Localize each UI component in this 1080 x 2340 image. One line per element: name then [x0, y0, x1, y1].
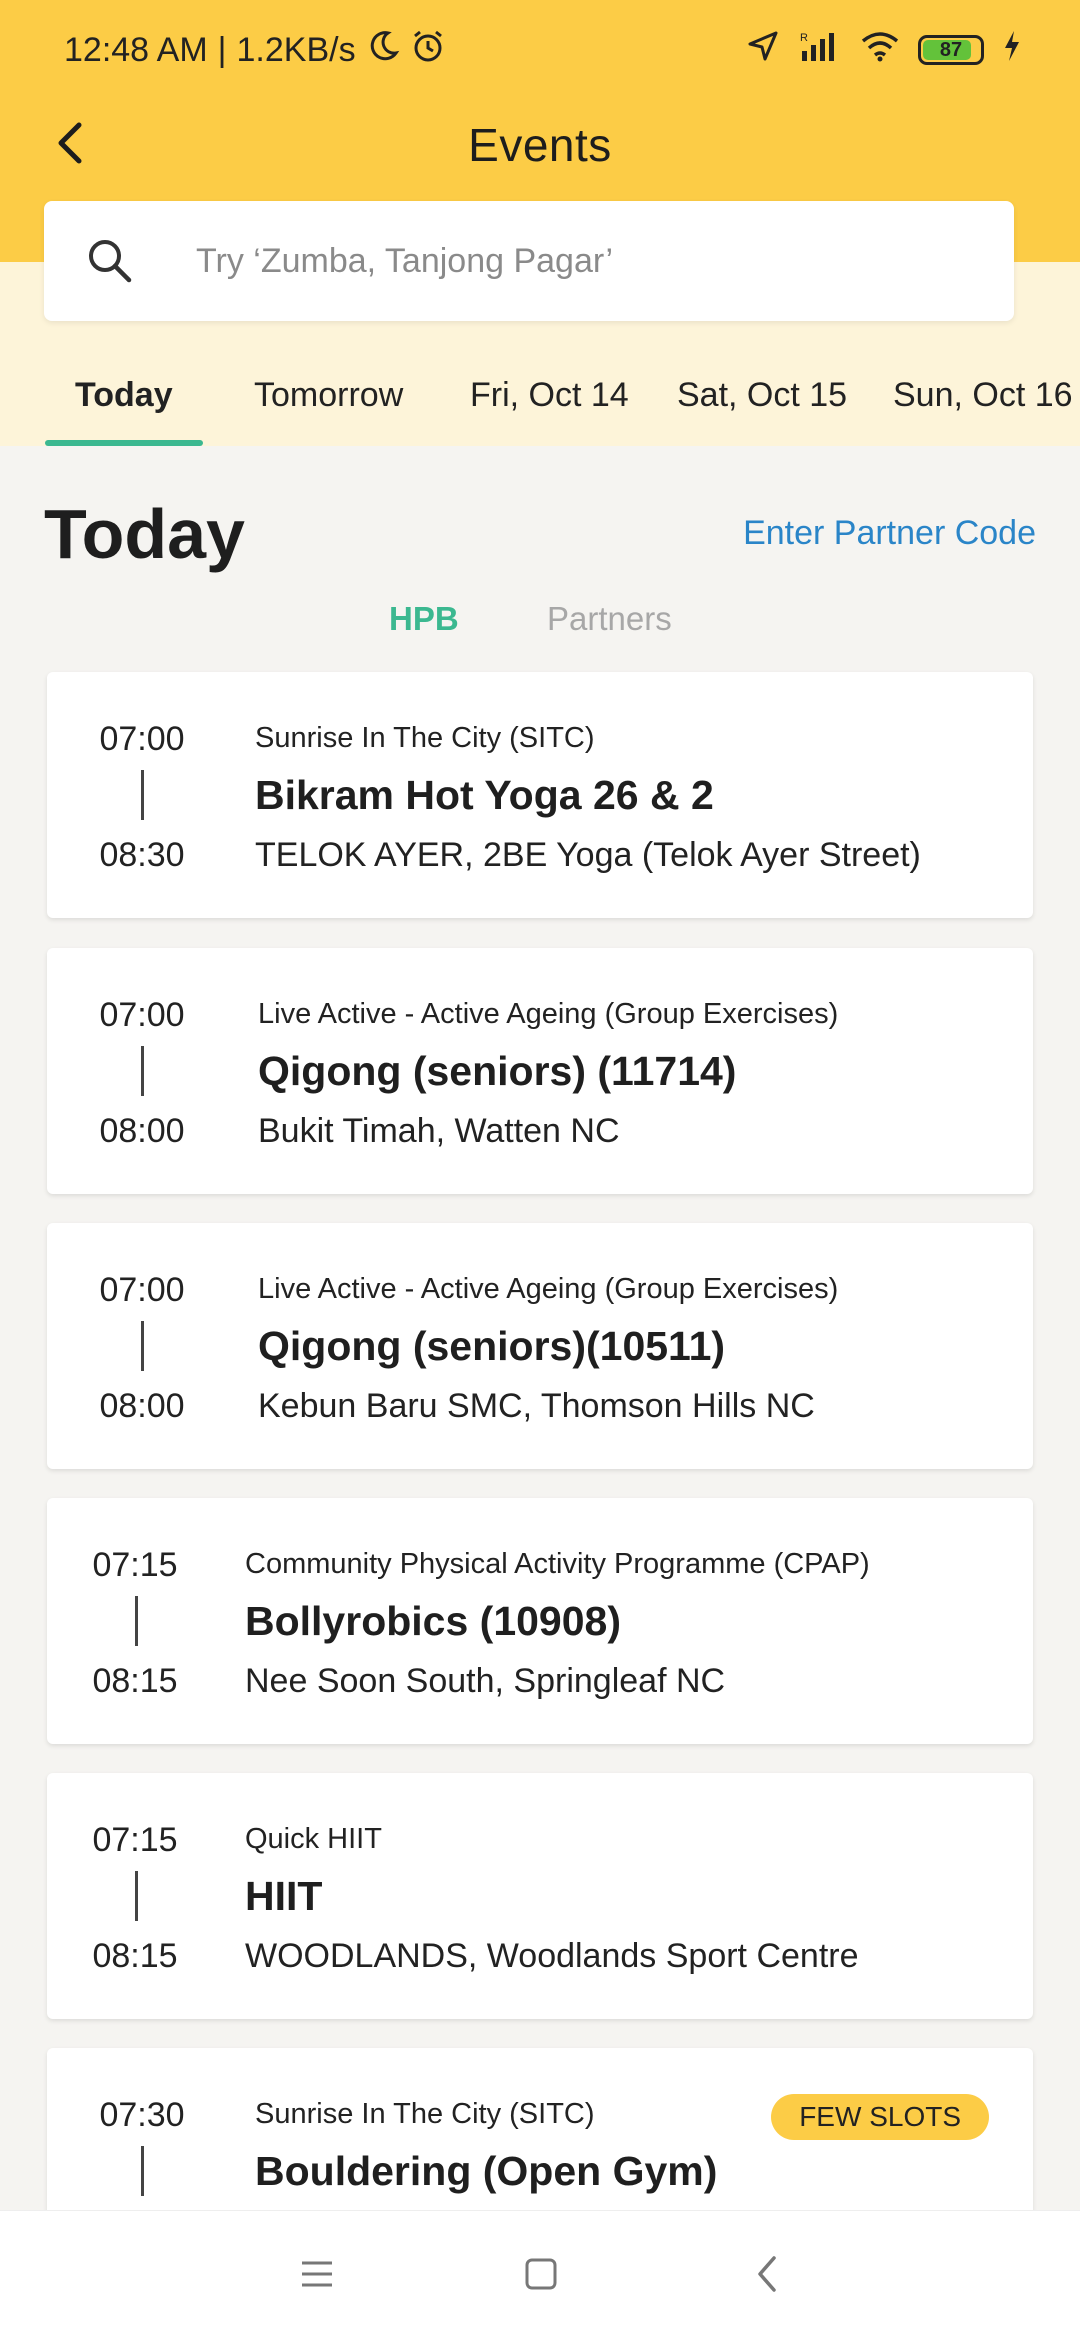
start-time: 07:30 [99, 2096, 185, 2134]
end-time: 08:15 [92, 1937, 178, 1975]
event-card[interactable]: 07:00 08:00 Live Active - Active Ageing … [47, 1223, 1033, 1469]
title-bar: Events [0, 100, 1080, 190]
event-organizer: Sunrise In The City (SITC) [255, 722, 595, 754]
time-divider [141, 770, 144, 820]
search-input[interactable] [196, 241, 956, 281]
time-divider [135, 1871, 138, 1921]
event-organizer: Community Physical Activity Programme (C… [245, 1548, 870, 1580]
system-nav-bar [0, 2210, 1080, 2340]
status-separator: | [217, 30, 227, 69]
page-title: Events [468, 119, 612, 171]
event-location: WOODLANDS, Woodlands Sport Centre [245, 1937, 859, 1975]
provider-tabs: HPB Partners [0, 600, 1080, 650]
status-time: 12:48 AM [64, 30, 208, 69]
event-info: Live Active - Active Ageing (Group Exerc… [258, 1223, 1003, 1469]
time-range: 07:00 08:00 [47, 948, 237, 1194]
time-divider [141, 1321, 144, 1371]
event-location: Nee Soon South, Springleaf NC [245, 1662, 726, 1700]
search-icon [84, 235, 144, 287]
time-range: 07:00 08:30 [47, 672, 237, 918]
moon-icon [366, 29, 400, 72]
time-range: 07:00 08:00 [47, 1223, 237, 1469]
event-organizer: Live Active - Active Ageing (Group Exerc… [258, 998, 839, 1030]
event-info: Sunrise In The City (SITC) Bikram Hot Yo… [255, 672, 1003, 918]
time-range: 07:15 08:15 [47, 1498, 223, 1744]
time-divider [141, 2146, 144, 2196]
event-organizer: Quick HIIT [245, 1823, 382, 1855]
event-info: Quick HIIT HIIT WOODLANDS, Woodlands Spo… [245, 1773, 1003, 2019]
event-location: TELOK AYER, 2BE Yoga (Telok Ayer Street) [255, 836, 921, 874]
start-time: 07:15 [92, 1546, 178, 1584]
event-organizer: Live Active - Active Ageing (Group Exerc… [258, 1273, 839, 1305]
tab-sat-oct-15[interactable]: Sat, Oct 15 [677, 360, 847, 446]
start-time: 07:00 [99, 996, 185, 1034]
time-range: 07:15 08:15 [47, 1773, 223, 2019]
section-title: Today [44, 495, 245, 573]
battery-icon: 87 [918, 35, 984, 65]
menu-button[interactable] [290, 2249, 344, 2303]
back-button[interactable] [44, 118, 98, 172]
start-time: 07:00 [99, 1271, 185, 1309]
enter-partner-code-link[interactable]: Enter Partner Code [743, 514, 1036, 553]
back-arrow-icon [53, 119, 89, 172]
status-right: R 87 [746, 29, 1022, 72]
search-bar[interactable] [44, 201, 1014, 321]
events-screen: 12:48 AM | 1.2KB/s R 87 Events Try ‘Zumb… [0, 0, 1080, 2340]
back-triangle-icon [752, 2254, 782, 2299]
start-time: 07:00 [99, 720, 185, 758]
network-speed: 1.2KB/s [236, 30, 356, 69]
event-title: Bollyrobics (10908) [245, 1598, 621, 1644]
event-title: Qigong (seniors)(10511) [258, 1323, 726, 1369]
event-card[interactable]: 07:15 08:15 Quick HIIT HIIT WOODLANDS, W… [47, 1773, 1033, 2019]
status-left: 12:48 AM | 1.2KB/s [64, 28, 446, 73]
alarm-icon [410, 28, 446, 73]
tab-today[interactable]: Today [45, 360, 203, 446]
signal-icon: R [798, 29, 842, 72]
home-square-icon [523, 2256, 559, 2297]
menu-icon [299, 2259, 335, 2294]
time-divider [141, 1046, 144, 1096]
event-card[interactable]: 07:15 08:15 Community Physical Activity … [47, 1498, 1033, 1744]
status-bar: 12:48 AM | 1.2KB/s R 87 [0, 0, 1080, 100]
event-info: Community Physical Activity Programme (C… [245, 1498, 1003, 1744]
end-time: 08:00 [99, 1112, 185, 1150]
wifi-icon [860, 29, 900, 72]
start-time: 07:15 [92, 1821, 178, 1859]
date-tabs: Today Tomorrow Fri, Oct 14 Sat, Oct 15 S… [0, 360, 1080, 446]
svg-text:R: R [800, 32, 808, 44]
charging-icon [1002, 29, 1022, 72]
event-location: Kebun Baru SMC, Thomson Hills NC [258, 1387, 815, 1425]
tab-hpb[interactable]: HPB [389, 600, 459, 638]
time-divider [135, 1596, 138, 1646]
battery-level: 87 [939, 38, 963, 61]
event-location: Bukit Timah, Watten NC [258, 1112, 620, 1150]
end-time: 08:30 [99, 836, 185, 874]
tab-partners[interactable]: Partners [547, 600, 672, 638]
event-organizer: Sunrise In The City (SITC) [255, 2098, 595, 2130]
few-slots-badge: FEW SLOTS [771, 2094, 989, 2140]
event-info: Live Active - Active Ageing (Group Exerc… [258, 948, 1003, 1194]
event-card[interactable]: 07:00 08:00 Live Active - Active Ageing … [47, 948, 1033, 1194]
tab-tomorrow[interactable]: Tomorrow [254, 360, 403, 446]
home-button[interactable] [514, 2249, 568, 2303]
end-time: 08:00 [99, 1387, 185, 1425]
tab-fri-oct-14[interactable]: Fri, Oct 14 [470, 360, 629, 446]
event-title: Bouldering (Open Gym) [255, 2148, 718, 2194]
event-title: Bikram Hot Yoga 26 & 2 [255, 772, 714, 818]
tab-sun-oct-16[interactable]: Sun, Oct 16 [893, 360, 1073, 446]
event-title: HIIT [245, 1873, 323, 1919]
system-back-button[interactable] [740, 2249, 794, 2303]
end-time: 08:15 [92, 1662, 178, 1700]
location-arrow-icon [746, 29, 780, 72]
event-title: Qigong (seniors) (11714) [258, 1048, 737, 1094]
event-card[interactable]: 07:00 08:30 Sunrise In The City (SITC) B… [47, 672, 1033, 918]
